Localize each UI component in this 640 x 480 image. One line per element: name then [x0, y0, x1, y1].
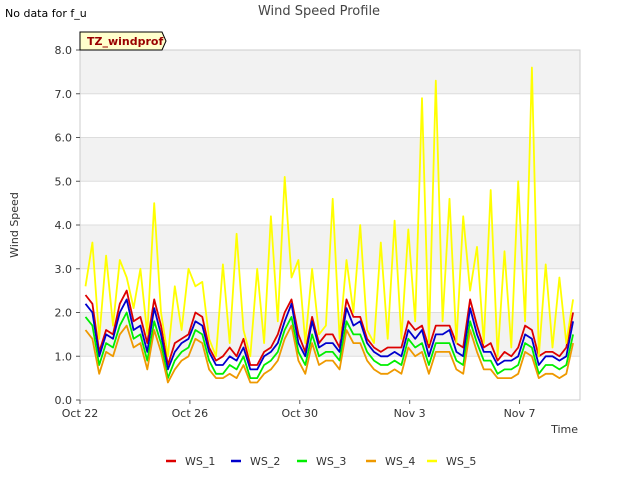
x-tick-label: Oct 22 [62, 407, 99, 420]
annotation-label: TZ_windprof [87, 35, 163, 48]
x-tick-label: Oct 26 [172, 407, 209, 420]
y-tick-label: 4.0 [55, 219, 73, 232]
legend-label-ws_5: WS_5 [446, 455, 476, 468]
wind-speed-chart: 0.0 1.0 2.0 3.0 4.0 5.0 6.0 7.0 8.0 Oct 22 Oct 26 O… [8, 4, 581, 468]
x-tick-label: Nov 3 [394, 407, 426, 420]
y-tick-label: 0.0 [55, 394, 73, 407]
plot-band [80, 50, 580, 94]
plot-band [80, 137, 580, 182]
x-tick-label: Nov 7 [504, 407, 536, 420]
y-tick-label: 5.0 [55, 175, 73, 188]
legend-label-ws_2: WS_2 [250, 455, 280, 468]
y-axis-label: Wind Speed [8, 192, 21, 258]
legend-label-ws_3: WS_3 [316, 455, 346, 468]
y-tick-label: 6.0 [55, 132, 73, 145]
y-tick-label: 8.0 [55, 44, 73, 57]
y-tick-label: 1.0 [55, 350, 73, 363]
x-axis-label: Time [550, 423, 578, 436]
legend-label-ws_4: WS_4 [385, 455, 415, 468]
y-tick-label: 7.0 [55, 88, 73, 101]
chart-title: Wind Speed Profile [258, 4, 380, 19]
y-tick-label: 3.0 [55, 263, 73, 276]
x-tick-label: Oct 30 [282, 407, 319, 420]
y-tick-label: 2.0 [55, 307, 73, 320]
legend-label-ws_1: WS_1 [185, 455, 215, 468]
